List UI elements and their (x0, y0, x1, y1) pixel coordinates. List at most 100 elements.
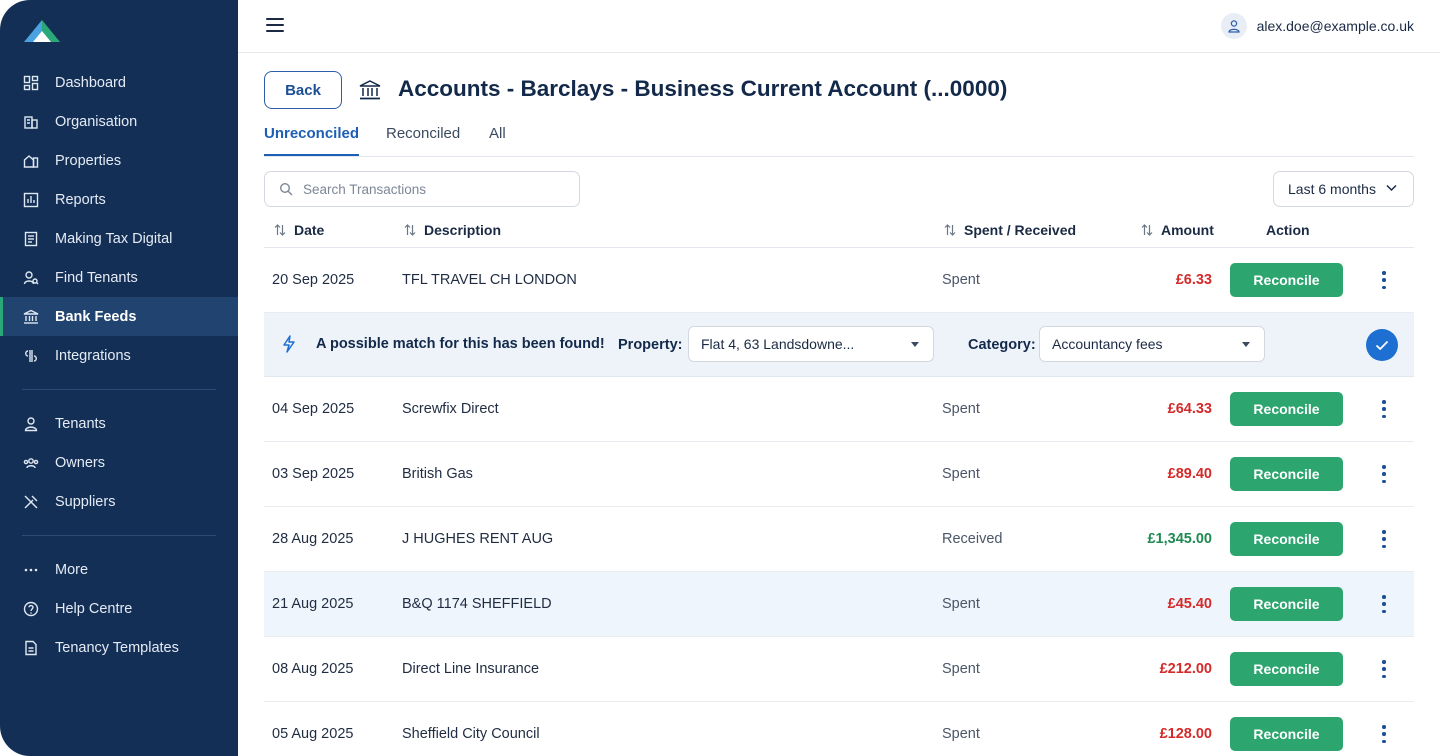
row-description: Direct Line Insurance (402, 661, 540, 677)
property-select[interactable]: Flat 4, 63 Landsdowne... (688, 326, 934, 362)
sidebar-item-tenancy-templates[interactable]: Tenancy Templates (0, 628, 238, 667)
row-description: Sheffield City Council (402, 726, 540, 742)
sort-icon (404, 223, 416, 237)
row-amount: £1,345.00 (1147, 531, 1212, 547)
row-menu-icon[interactable] (1376, 723, 1392, 745)
reports-icon (22, 191, 40, 209)
tab-unreconciled[interactable]: Unreconciled (264, 125, 360, 156)
table-row[interactable]: 20 Sep 2025 TFL TRAVEL CH LONDON Spent £6.3… (264, 248, 1414, 313)
sidebar-item-label: Suppliers (55, 493, 116, 510)
period-select[interactable]: Last 6 months (1273, 171, 1414, 207)
reconcile-button[interactable]: Reconcile (1230, 263, 1343, 297)
tab-bar: Unreconciled Reconciled All (264, 117, 1414, 157)
table-row[interactable]: 04 Sep 2025 Screwfix Direct Spent £64.33 Rec… (264, 377, 1414, 442)
category-value: Accountancy fees (1052, 336, 1163, 352)
more-icon (22, 561, 40, 579)
row-type: Spent (942, 466, 980, 482)
reconcile-button[interactable]: Reconcile (1230, 587, 1343, 621)
sort-icon (274, 223, 286, 237)
sidebar-item-integrations[interactable]: Integrations (0, 336, 238, 375)
reconcile-button[interactable]: Reconcile (1230, 652, 1343, 686)
search-icon (279, 182, 293, 196)
sidebar-item-label: Find Tenants (55, 269, 138, 286)
sidebar-divider (22, 535, 216, 536)
tax-icon (22, 230, 40, 248)
tab-reconciled[interactable]: Reconciled (386, 125, 460, 154)
row-menu-icon[interactable] (1376, 528, 1392, 550)
row-amount: £128.00 (1159, 726, 1212, 742)
confirm-match-button[interactable] (1366, 329, 1398, 361)
reconcile-button[interactable]: Reconcile (1230, 392, 1343, 426)
dashboard-icon (22, 74, 40, 92)
menu-icon[interactable] (266, 18, 284, 32)
sidebar-item-making-tax-digital[interactable]: Making Tax Digital (0, 219, 238, 258)
description-column-header[interactable]: Description (404, 222, 501, 238)
row-description: TFL TRAVEL CH LONDON (402, 272, 577, 288)
sidebar-item-reports[interactable]: Reports (0, 180, 238, 219)
row-date: 04 Sep 2025 (272, 401, 355, 417)
bank-icon (359, 80, 381, 100)
sidebar-item-organisation[interactable]: Organisation (0, 102, 238, 141)
row-description: British Gas (402, 466, 473, 482)
type-column-header[interactable]: Spent / Received (944, 222, 1076, 238)
top-bar: alex.doe@example.co.uk (238, 0, 1440, 53)
sidebar-item-find-tenants[interactable]: Find Tenants (0, 258, 238, 297)
page-title: Accounts - Barclays - Business Current A… (398, 76, 1008, 101)
period-value: Last 6 months (1288, 181, 1376, 197)
sidebar-item-tenants[interactable]: Tenants (0, 404, 238, 443)
match-suggestion-row: A possible match for this has been found… (264, 313, 1414, 377)
sidebar-item-owners[interactable]: Owners (0, 443, 238, 482)
table-row[interactable]: 08 Aug 2025 Direct Line Insurance Spent £21… (264, 637, 1414, 702)
date-column-header[interactable]: Date (274, 222, 324, 238)
table-row[interactable]: 03 Sep 2025 British Gas Spent £89.40 Reconci… (264, 442, 1414, 507)
row-date: 05 Aug 2025 (272, 726, 354, 742)
row-menu-icon[interactable] (1376, 593, 1392, 615)
reconcile-button[interactable]: Reconcile (1230, 522, 1343, 556)
reconcile-button[interactable]: Reconcile (1230, 717, 1343, 751)
row-menu-icon[interactable] (1376, 398, 1392, 420)
search-input[interactable]: Search Transactions (264, 171, 580, 207)
sidebar-item-bank-feeds[interactable]: Bank Feeds (0, 297, 238, 336)
sidebar-divider (22, 389, 216, 390)
amount-column-header[interactable]: Amount (1141, 222, 1214, 238)
tab-all[interactable]: All (489, 125, 506, 154)
property-value: Flat 4, 63 Landsdowne... (701, 336, 855, 352)
table-row[interactable]: 05 Aug 2025 Sheffield City Council Spent £1… (264, 702, 1414, 756)
row-date: 03 Sep 2025 (272, 466, 355, 482)
sidebar-item-suppliers[interactable]: Suppliers (0, 482, 238, 521)
chevron-down-icon (1386, 184, 1397, 192)
row-menu-icon[interactable] (1376, 269, 1392, 291)
sidebar-item-dashboard[interactable]: Dashboard (0, 63, 238, 102)
action-column-header: Action (1266, 222, 1310, 238)
category-select[interactable]: Accountancy fees (1039, 326, 1265, 362)
user-avatar-icon (1220, 13, 1247, 39)
sidebar-item-more[interactable]: More (0, 550, 238, 589)
row-menu-icon[interactable] (1376, 463, 1392, 485)
checkmark-icon (1375, 340, 1389, 350)
app-logo[interactable] (22, 18, 62, 44)
row-amount: £212.00 (1159, 661, 1212, 677)
back-button[interactable]: Back (264, 71, 342, 109)
properties-icon (22, 152, 40, 170)
category-label: Category: (968, 337, 1036, 353)
table-row[interactable]: 28 Aug 2025 J HUGHES RENT AUG Received £1,3… (264, 507, 1414, 572)
lightning-icon (283, 335, 295, 353)
row-type: Spent (942, 661, 980, 677)
sidebar-item-label: Organisation (55, 113, 138, 130)
table-row[interactable]: 21 Aug 2025 B&Q 1174 SHEFFIELD Spent £45.40… (264, 572, 1414, 637)
sidebar-item-help-centre[interactable]: Help Centre (0, 589, 238, 628)
row-menu-icon[interactable] (1376, 658, 1392, 680)
row-amount: £6.33 (1175, 272, 1212, 288)
reconcile-button[interactable]: Reconcile (1230, 457, 1343, 491)
user-menu[interactable]: alex.doe@example.co.uk (1220, 13, 1414, 39)
caret-down-icon (1242, 342, 1250, 347)
sidebar-item-label: Help Centre (55, 600, 133, 617)
row-amount: £64.33 (1167, 401, 1212, 417)
sidebar-item-properties[interactable]: Properties (0, 141, 238, 180)
transactions-table: 20 Sep 2025 TFL TRAVEL CH LONDON Spent £6.3… (264, 248, 1414, 756)
sort-icon (944, 223, 956, 237)
row-description: J HUGHES RENT AUG (402, 531, 554, 547)
match-message: A possible match for this has been found… (316, 336, 605, 352)
row-description: Screwfix Direct (402, 401, 499, 417)
row-type: Spent (942, 401, 980, 417)
